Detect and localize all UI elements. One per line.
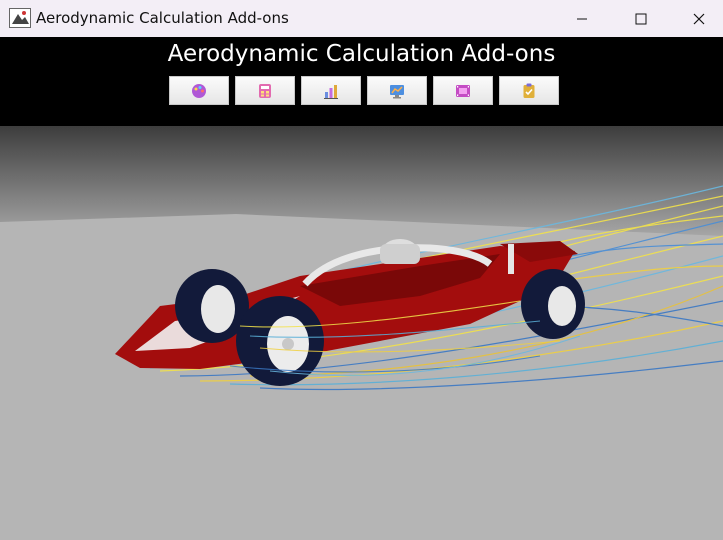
bar-chart-icon bbox=[324, 84, 338, 99]
palette-button[interactable] bbox=[169, 76, 229, 105]
monitor-chart-button[interactable] bbox=[367, 76, 427, 105]
maximize-icon bbox=[635, 13, 647, 24]
title-bar: Aerodynamic Calculation Add-ons bbox=[0, 0, 723, 37]
palette-icon bbox=[192, 83, 206, 98]
calculator-button[interactable] bbox=[235, 76, 295, 105]
minimize-icon bbox=[577, 18, 587, 19]
clipboard-button[interactable] bbox=[499, 76, 559, 105]
close-button[interactable] bbox=[670, 0, 723, 37]
aero-viewport[interactable] bbox=[0, 126, 723, 540]
film-icon bbox=[456, 84, 470, 97]
window-title: Aerodynamic Calculation Add-ons bbox=[36, 9, 289, 27]
minimize-button[interactable] bbox=[553, 0, 611, 37]
clipboard-icon bbox=[523, 83, 535, 98]
bar-chart-button[interactable] bbox=[301, 76, 361, 105]
app-header: Aerodynamic Calculation Add-ons bbox=[0, 37, 723, 126]
monitor-chart-icon bbox=[390, 84, 404, 98]
app-icon bbox=[9, 8, 31, 28]
film-button[interactable] bbox=[433, 76, 493, 105]
calculator-icon bbox=[259, 83, 271, 98]
page-title: Aerodynamic Calculation Add-ons bbox=[167, 41, 556, 67]
close-icon bbox=[693, 13, 705, 24]
maximize-button[interactable] bbox=[612, 0, 670, 37]
